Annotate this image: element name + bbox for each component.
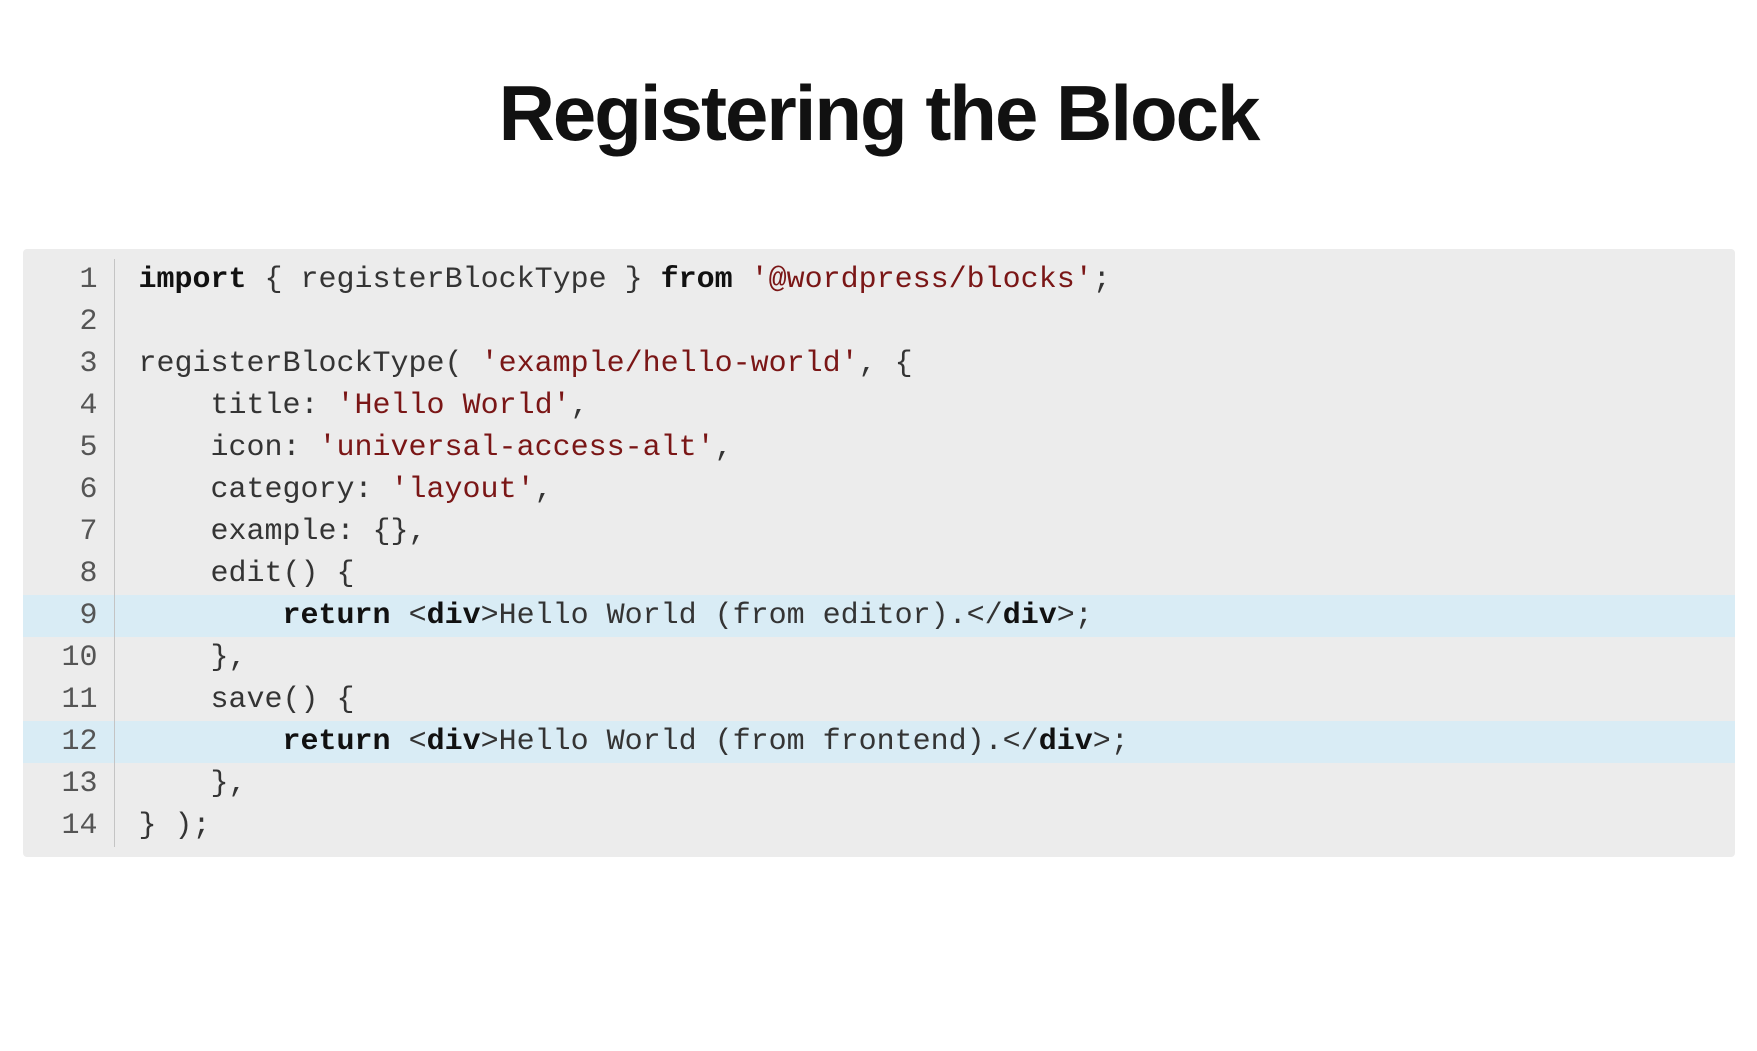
code-line: 6 category: 'layout', [23, 469, 1735, 511]
code-content: }, [115, 763, 247, 805]
code-token-str: 'example/hello-world' [481, 347, 859, 381]
code-token-txt: registerBlockType( [139, 347, 481, 381]
code-token-txt: < [391, 599, 427, 633]
code-token-str: 'Hello World' [337, 389, 571, 423]
code-token-txt: { registerBlockType } [247, 263, 661, 297]
code-line: 9 return <div>Hello World (from editor).… [23, 595, 1735, 637]
code-token-txt [733, 263, 751, 297]
code-token-tag: div [427, 599, 481, 633]
code-line: 7 example: {}, [23, 511, 1735, 553]
code-token-txt: icon: [139, 431, 319, 465]
code-line: 1import { registerBlockType } from '@wor… [23, 259, 1735, 301]
code-token-txt [139, 599, 283, 633]
code-token-txt: >Hello World (from frontend).</ [481, 725, 1039, 759]
code-token-txt: example: {}, [139, 515, 427, 549]
code-line: 2 [23, 301, 1735, 343]
line-number: 8 [23, 553, 115, 595]
code-token-txt: save() { [139, 683, 355, 717]
code-content: example: {}, [115, 511, 427, 553]
code-content: edit() { [115, 553, 355, 595]
slide-title: Registering the Block [499, 68, 1259, 159]
code-content: }, [115, 637, 247, 679]
code-line: 10 }, [23, 637, 1735, 679]
code-content: return <div>Hello World (from frontend).… [115, 721, 1129, 763]
line-number: 12 [23, 721, 115, 763]
code-token-tag: div [1003, 599, 1057, 633]
line-number: 1 [23, 259, 115, 301]
code-token-txt: ; [1093, 263, 1111, 297]
code-token-txt [139, 725, 283, 759]
code-line: 14 } ); [23, 805, 1735, 847]
code-content: icon: 'universal-access-alt', [115, 427, 733, 469]
code-content: registerBlockType( 'example/hello-world'… [115, 343, 913, 385]
line-number: 7 [23, 511, 115, 553]
code-token-tag: div [1039, 725, 1093, 759]
code-line: 12 return <div>Hello World (from fronten… [23, 721, 1735, 763]
code-token-txt: , [715, 431, 733, 465]
code-content [115, 301, 139, 343]
line-number: 6 [23, 469, 115, 511]
line-number: 2 [23, 301, 115, 343]
code-token-txt: >; [1093, 725, 1129, 759]
code-token-kw: return [283, 599, 391, 633]
code-token-txt: } ); [139, 809, 211, 843]
code-token-txt: >; [1057, 599, 1093, 633]
line-number: 9 [23, 595, 115, 637]
line-number: 10 [23, 637, 115, 679]
code-token-kw: from [661, 263, 733, 297]
code-block: 1import { registerBlockType } from '@wor… [23, 249, 1735, 857]
code-line: 11 save() { [23, 679, 1735, 721]
code-token-txt: , { [859, 347, 913, 381]
code-line: 4 title: 'Hello World', [23, 385, 1735, 427]
code-token-txt: < [391, 725, 427, 759]
code-token-kw: import [139, 263, 247, 297]
code-token-txt: }, [139, 641, 247, 675]
code-token-str: 'layout' [391, 473, 535, 507]
line-number: 3 [23, 343, 115, 385]
code-token-kw: return [283, 725, 391, 759]
code-token-tag: div [427, 725, 481, 759]
code-token-txt: >Hello World (from editor).</ [481, 599, 1003, 633]
code-content: save() { [115, 679, 355, 721]
code-token-txt: }, [139, 767, 247, 801]
code-token-txt: category: [139, 473, 391, 507]
code-token-txt: edit() { [139, 557, 355, 591]
line-number: 14 [23, 805, 115, 847]
code-line: 3registerBlockType( 'example/hello-world… [23, 343, 1735, 385]
code-content: title: 'Hello World', [115, 385, 589, 427]
code-token-txt: , [571, 389, 589, 423]
code-content: category: 'layout', [115, 469, 553, 511]
code-token-str: '@wordpress/blocks' [751, 263, 1093, 297]
line-number: 13 [23, 763, 115, 805]
line-number: 4 [23, 385, 115, 427]
code-content: return <div>Hello World (from editor).</… [115, 595, 1093, 637]
code-token-str: 'universal-access-alt' [319, 431, 715, 465]
code-line: 5 icon: 'universal-access-alt', [23, 427, 1735, 469]
code-content: } ); [115, 805, 211, 847]
line-number: 5 [23, 427, 115, 469]
slide: Registering the Block 1import { register… [0, 0, 1757, 1051]
code-token-txt: , [535, 473, 553, 507]
code-line: 8 edit() { [23, 553, 1735, 595]
code-line: 13 }, [23, 763, 1735, 805]
code-content: import { registerBlockType } from '@word… [115, 259, 1111, 301]
code-token-txt: title: [139, 389, 337, 423]
line-number: 11 [23, 679, 115, 721]
